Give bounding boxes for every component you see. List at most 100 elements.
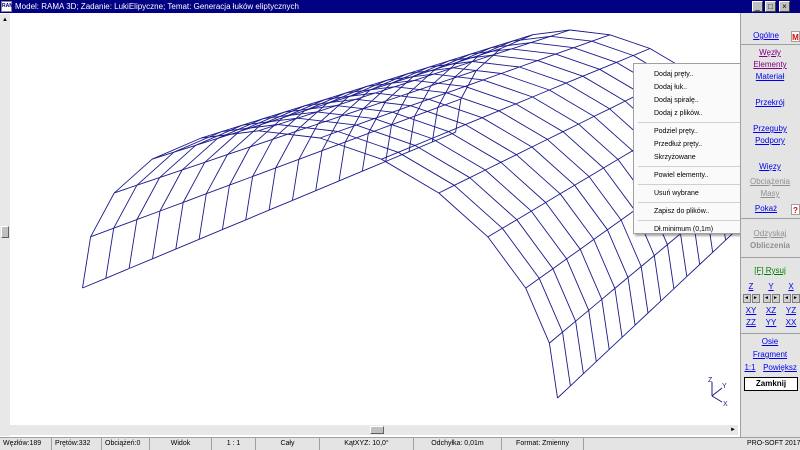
longitudinal-member[interactable] <box>398 144 416 153</box>
longitudinal-member[interactable] <box>579 239 595 250</box>
longitudinal-member[interactable] <box>381 151 399 160</box>
arch-member[interactable] <box>627 277 636 326</box>
longitudinal-member[interactable] <box>588 298 603 311</box>
panel-link-podpory[interactable]: Podpory <box>741 136 799 145</box>
arch-member[interactable] <box>548 343 558 399</box>
longitudinal-member[interactable] <box>647 300 662 314</box>
longitudinal-member[interactable] <box>537 53 556 62</box>
arch-member[interactable] <box>485 169 532 212</box>
longitudinal-member[interactable] <box>591 34 611 42</box>
longitudinal-member[interactable] <box>525 278 540 289</box>
longitudinal-member[interactable] <box>712 239 726 253</box>
arch-member[interactable] <box>128 219 138 269</box>
view-x-button[interactable]: X <box>782 281 800 293</box>
longitudinal-member[interactable] <box>519 60 538 68</box>
arch-member[interactable] <box>562 131 604 169</box>
longitudinal-member[interactable] <box>562 123 579 133</box>
menu-item-usun-wybrane[interactable]: Usuń wybrane <box>634 187 745 200</box>
arch-member[interactable] <box>245 176 254 220</box>
arch-member[interactable] <box>136 151 175 186</box>
longitudinal-member[interactable] <box>531 138 548 148</box>
arch-member[interactable] <box>454 184 503 229</box>
longitudinal-member[interactable] <box>593 108 610 117</box>
longitudinal-member[interactable] <box>593 229 608 240</box>
arrow-right-icon[interactable]: ► <box>791 294 800 303</box>
menu-item-podziel-prety[interactable]: Podziel pręty.. <box>634 125 745 138</box>
arch-member[interactable] <box>538 278 563 333</box>
longitudinal-member[interactable] <box>559 184 575 195</box>
panel-link-pokaz[interactable]: Pokaż <box>741 204 791 213</box>
longitudinal-member[interactable] <box>614 277 629 289</box>
longitudinal-member[interactable] <box>627 266 642 278</box>
longitudinal-member[interactable] <box>198 229 223 240</box>
view-xy-button[interactable]: XY <box>742 305 760 317</box>
panel-link-osie[interactable]: Osie <box>741 337 799 346</box>
menu-item-dodaj-luk[interactable]: Dodaj łuk.. <box>634 81 745 94</box>
longitudinal-member[interactable] <box>105 268 130 279</box>
arch-member[interactable] <box>525 287 550 344</box>
longitudinal-member[interactable] <box>601 288 616 300</box>
arch-member[interactable] <box>573 47 617 63</box>
arch-member[interactable] <box>531 146 575 186</box>
longitudinal-member[interactable] <box>465 117 483 126</box>
arch-member[interactable] <box>666 244 675 289</box>
arch-member[interactable] <box>532 29 571 36</box>
longitudinal-member[interactable] <box>673 276 688 290</box>
longitudinal-member[interactable] <box>686 264 701 277</box>
arch-member[interactable] <box>291 159 300 201</box>
longitudinal-member[interactable] <box>552 258 567 270</box>
panel-link-powieksz[interactable]: Powiększ <box>759 363 800 372</box>
arch-member[interactable] <box>282 98 326 119</box>
arch-member[interactable] <box>361 133 369 172</box>
arch-member[interactable] <box>151 137 202 160</box>
arrow-left-icon[interactable]: ◄ <box>782 294 791 303</box>
longitudinal-member[interactable] <box>616 55 634 63</box>
longitudinal-member[interactable] <box>454 177 470 186</box>
arch-member[interactable] <box>277 124 339 132</box>
longitudinal-member[interactable] <box>557 385 571 399</box>
arrow-left-icon[interactable]: ◄ <box>762 294 771 303</box>
longitudinal-member[interactable] <box>356 118 375 126</box>
arch-member[interactable] <box>239 111 285 132</box>
zamknij-button[interactable]: Zamknij <box>744 377 798 391</box>
arch-member[interactable] <box>268 167 277 211</box>
longitudinal-member[interactable] <box>82 277 106 289</box>
menu-item-dodaj-prety[interactable]: Dodaj pręty.. <box>634 68 745 81</box>
horizontal-scrollbar[interactable]: ► <box>10 425 738 435</box>
menu-item-powiel-elementy[interactable]: Powiel elementy.. <box>634 169 745 182</box>
longitudinal-member[interactable] <box>338 170 363 182</box>
arch-member[interactable] <box>501 73 550 91</box>
arch-member[interactable] <box>511 48 556 55</box>
arch-member[interactable] <box>552 268 577 322</box>
longitudinal-member[interactable] <box>245 209 270 221</box>
panel-link-elementy[interactable]: Elementy <box>741 60 799 69</box>
arch-member[interactable] <box>381 158 440 194</box>
arch-member[interactable] <box>482 79 533 98</box>
arch-member[interactable] <box>315 150 323 191</box>
arch-member[interactable] <box>555 53 600 70</box>
arch-member[interactable] <box>582 75 626 102</box>
longitudinal-member[interactable] <box>699 251 714 265</box>
arch-member[interactable] <box>545 202 581 250</box>
longitudinal-member[interactable] <box>617 150 633 160</box>
arch-member[interactable] <box>397 151 455 186</box>
longitudinal-member[interactable] <box>516 210 532 221</box>
panel-link-scale[interactable]: 1:1 <box>743 363 757 372</box>
arch-member[interactable] <box>653 255 662 301</box>
longitudinal-member[interactable] <box>609 100 626 110</box>
arch-member[interactable] <box>575 321 584 374</box>
longitudinal-member[interactable] <box>545 193 561 203</box>
longitudinal-member[interactable] <box>498 103 516 112</box>
longitudinal-member[interactable] <box>268 199 293 211</box>
arch-member[interactable] <box>593 239 616 289</box>
arch-member[interactable] <box>537 60 583 77</box>
panel-link-masy[interactable]: Masy <box>741 189 799 198</box>
longitudinal-member[interactable] <box>566 248 581 260</box>
menu-item-dodaj-spirale[interactable]: Dodaj spiralę.. <box>634 94 745 107</box>
arch-member[interactable] <box>519 66 567 84</box>
arch-member[interactable] <box>532 96 579 125</box>
arch-member[interactable] <box>492 54 538 62</box>
arch-member[interactable] <box>438 192 489 238</box>
longitudinal-member[interactable] <box>547 131 564 140</box>
longitudinal-member[interactable] <box>603 159 619 169</box>
